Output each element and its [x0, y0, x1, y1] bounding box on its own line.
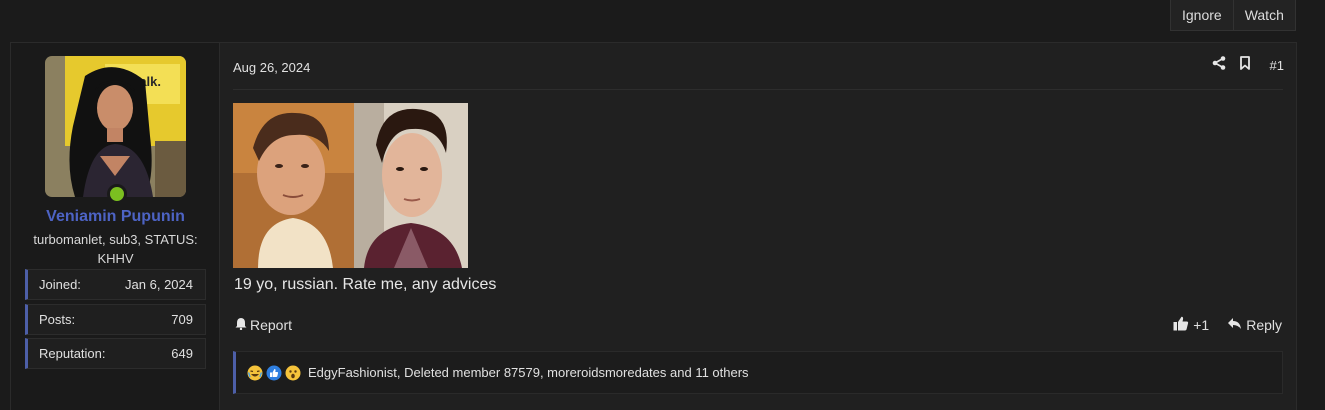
post-tools: #1	[1212, 56, 1284, 75]
post-container: talk. Veniamin Pupunin turbomanlet, sub3…	[10, 42, 1297, 410]
user-sidebar: talk. Veniamin Pupunin turbomanlet, sub3…	[11, 43, 220, 410]
photo-right	[354, 103, 468, 268]
like-button[interactable]: +1	[1173, 316, 1209, 334]
reply-arrow-icon	[1227, 317, 1242, 333]
avatar[interactable]: talk.	[45, 56, 186, 197]
stat-value: Jan 6, 2024	[125, 277, 193, 292]
user-title: turbomanlet, sub3, STATUS: KHHV	[33, 232, 198, 266]
stat-label: Posts:	[39, 312, 76, 327]
reply-button[interactable]: Reply	[1227, 317, 1282, 333]
username-link[interactable]: Veniamin Pupunin	[11, 208, 220, 226]
post-date[interactable]: Aug 26, 2024	[233, 60, 310, 75]
post-image-attachment[interactable]	[233, 103, 468, 268]
stat-label: Reputation:	[39, 346, 106, 361]
bell-icon	[235, 317, 247, 333]
share-icon[interactable]	[1212, 56, 1226, 75]
post-number-link[interactable]: #1	[1270, 58, 1284, 73]
stat-value: 709	[171, 312, 193, 327]
laughing-emoji-icon	[247, 365, 263, 380]
watch-button[interactable]: Watch	[1233, 0, 1296, 31]
post-actions: +1 Reply	[1173, 316, 1282, 334]
report-label: Report	[250, 317, 293, 333]
stat-value: 649	[171, 346, 193, 361]
reply-label: Reply	[1246, 317, 1282, 333]
stat-posts: Posts: 709	[25, 304, 206, 335]
bookmark-icon[interactable]	[1238, 56, 1252, 75]
stat-label: Joined:	[39, 277, 81, 292]
reactions-bar[interactable]: EdgyFashionist, Deleted member 87579, mo…	[233, 351, 1283, 394]
post-body-text: 19 yo, russian. Rate me, any advices	[234, 276, 497, 293]
shocked-emoji-icon	[285, 365, 301, 380]
stat-reputation: Reputation: 649	[25, 338, 206, 369]
thumbs-up-icon	[1173, 316, 1189, 334]
reactions-users[interactable]: EdgyFashionist, Deleted member 87579, mo…	[308, 365, 749, 380]
stat-joined: Joined: Jan 6, 2024	[25, 269, 206, 300]
thread-actions: Ignore Watch	[1170, 0, 1296, 31]
post-main: Aug 26, 2024 #1 19 yo, russian. Rate me,…	[220, 43, 1296, 410]
online-status-indicator	[107, 184, 127, 204]
report-button[interactable]: Report	[235, 317, 292, 333]
header-divider	[233, 89, 1283, 90]
photo-left	[233, 103, 354, 268]
like-label: +1	[1193, 317, 1210, 333]
ignore-button[interactable]: Ignore	[1170, 0, 1234, 31]
like-emoji-icon	[266, 365, 282, 380]
